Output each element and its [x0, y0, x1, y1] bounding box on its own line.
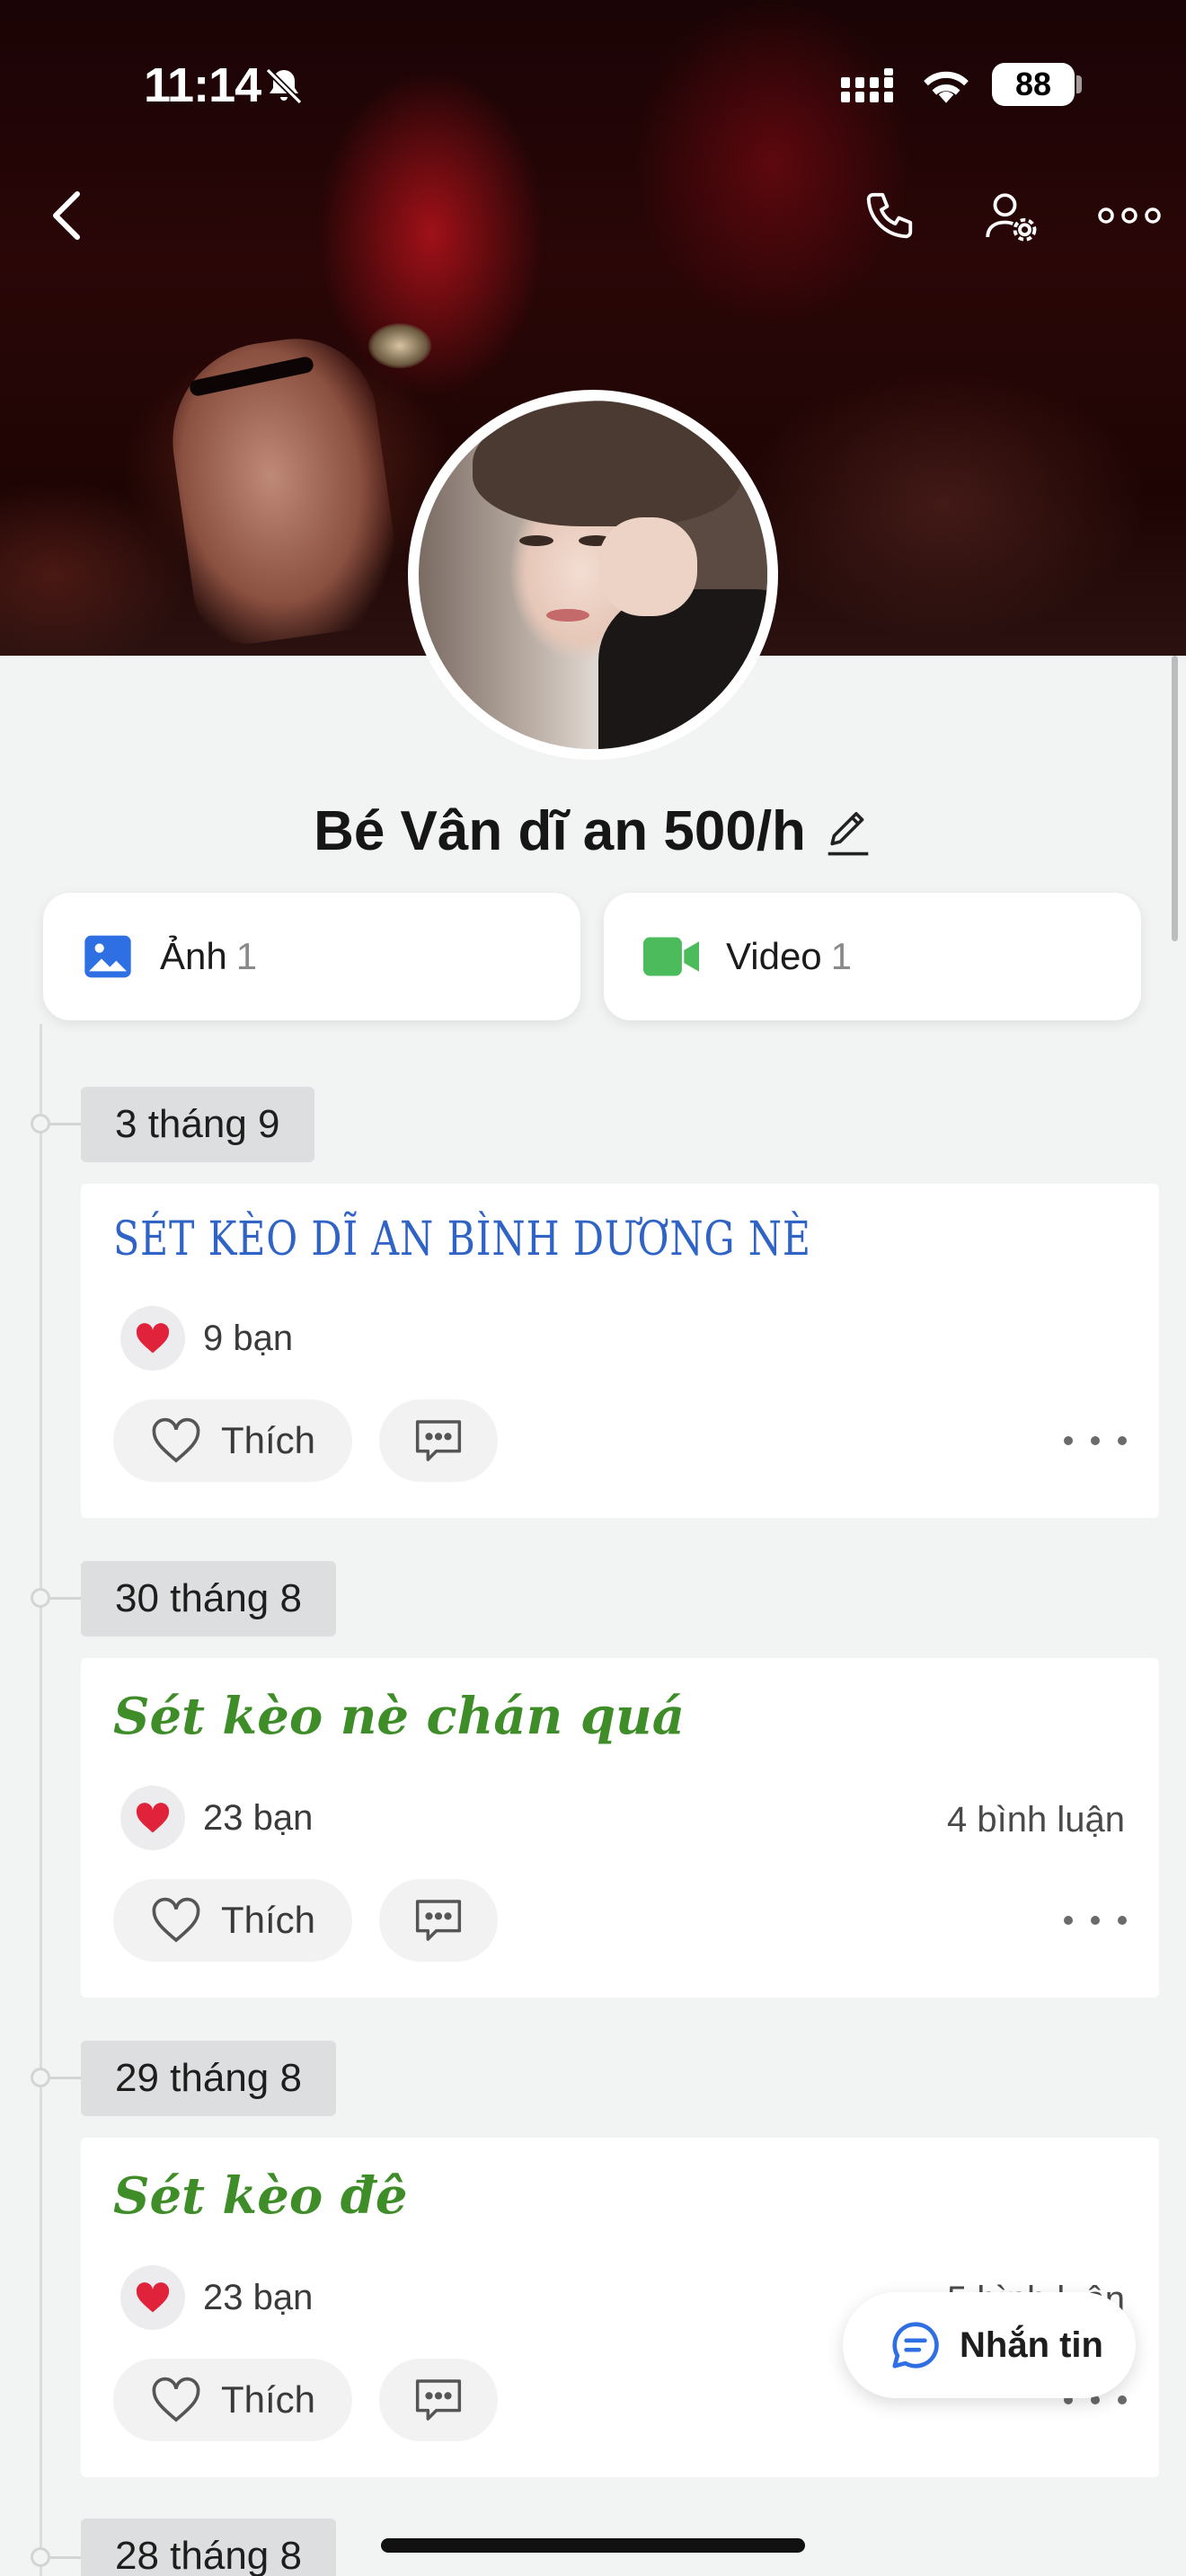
- videos-count: 1: [830, 935, 853, 977]
- video-icon: [643, 937, 699, 976]
- photos-card[interactable]: Ảnh 1: [43, 893, 580, 1020]
- like-button[interactable]: Thích: [113, 2359, 352, 2441]
- send-message-label: Nhắn tin: [960, 2325, 1103, 2365]
- home-indicator[interactable]: [381, 2538, 805, 2553]
- profile-screen: 11:14 88 Bé Vân dĩ an 500/h Ảnh 1 Video …: [0, 0, 1186, 2576]
- timeline-dot: [31, 2547, 50, 2567]
- reaction-summary[interactable]: 23 bạn: [120, 2265, 313, 2330]
- heart-icon: [136, 1323, 170, 1354]
- more-options-button[interactable]: [1089, 180, 1170, 251]
- post-title: Sét kèo đê: [113, 2166, 408, 2226]
- heart-icon: [136, 2282, 170, 2313]
- profile-name: Bé Vân dĩ an 500/h: [314, 800, 806, 862]
- comment-icon: [415, 1900, 462, 1941]
- battery-indicator: 88: [992, 63, 1075, 106]
- post-title: Sét kèo nè chán quá: [113, 1687, 686, 1746]
- comment-button[interactable]: [379, 2359, 498, 2441]
- heart-outline-icon: [152, 1897, 200, 1943]
- like-label: Thích: [221, 1899, 316, 1941]
- reaction-count: 23 bạn: [203, 2277, 314, 2317]
- date-badge: 30 tháng 8: [81, 1561, 336, 1636]
- bell-off-icon: [265, 67, 303, 105]
- heart-outline-icon: [152, 2377, 200, 2422]
- timeline-dot: [31, 2068, 50, 2087]
- comment-icon: [415, 2379, 462, 2421]
- comment-button[interactable]: [379, 1879, 498, 1962]
- like-label: Thích: [221, 1419, 316, 1461]
- photos-label: Ảnh: [160, 935, 227, 977]
- timeline-dot: [31, 1588, 50, 1608]
- date-badge: 28 tháng 8: [81, 2519, 336, 2576]
- heart-outline-icon: [152, 1417, 200, 1463]
- reaction-count: 23 bạn: [203, 1797, 314, 1838]
- reaction-count: 9 bạn: [203, 1318, 294, 1358]
- comment-button[interactable]: [379, 1399, 498, 1482]
- phone-icon: [866, 192, 913, 239]
- scrollbar[interactable]: [1172, 656, 1178, 941]
- reaction-summary[interactable]: 9 bạn: [120, 1306, 293, 1371]
- photo-icon: [84, 935, 131, 978]
- message-icon: [892, 2322, 939, 2369]
- edit-icon[interactable]: [824, 806, 872, 858]
- send-message-button[interactable]: Nhắn tin: [843, 2292, 1136, 2398]
- back-icon: [53, 191, 80, 240]
- heart-icon: [136, 1803, 170, 1833]
- date-badge: 3 tháng 9: [81, 1087, 314, 1162]
- more-icon: [1098, 207, 1161, 224]
- user-settings-icon: [986, 193, 1037, 242]
- videos-card[interactable]: Video 1: [604, 893, 1141, 1020]
- status-time: 11:14: [144, 58, 261, 112]
- like-label: Thích: [221, 2378, 316, 2421]
- post-title: SÉT KÈO DĨ AN BÌNH DƯƠNG NÈ: [113, 1213, 811, 1266]
- avatar[interactable]: [408, 390, 778, 760]
- post-card[interactable]: SÉT KÈO DĨ AN BÌNH DƯƠNG NÈ 9 bạn Thích: [81, 1184, 1159, 1518]
- comment-icon: [415, 1420, 462, 1461]
- profile-settings-button[interactable]: [972, 180, 1048, 255]
- back-button[interactable]: [31, 180, 102, 251]
- avatar-photo: [419, 401, 767, 749]
- videos-label: Video: [726, 935, 822, 977]
- post-more-button[interactable]: [1064, 1423, 1127, 1459]
- date-badge: 29 tháng 8: [81, 2041, 336, 2116]
- post-more-button[interactable]: [1064, 1902, 1127, 1938]
- cellular-signal-icon: [841, 68, 893, 102]
- comment-count[interactable]: 4 bình luận: [947, 1800, 1125, 1840]
- like-button[interactable]: Thích: [113, 1399, 352, 1482]
- call-button[interactable]: [854, 180, 925, 251]
- post-card[interactable]: Sét kèo nè chán quá 23 bạn 4 bình luận T…: [81, 1658, 1159, 1998]
- timeline-dot: [31, 1114, 50, 1134]
- wifi-icon: [924, 71, 969, 103]
- like-button[interactable]: Thích: [113, 1879, 352, 1962]
- photos-count: 1: [235, 935, 258, 977]
- reaction-summary[interactable]: 23 bạn: [120, 1786, 313, 1850]
- status-bar: 11:14 88: [0, 0, 1186, 171]
- timeline-line: [40, 1024, 42, 2576]
- profile-name-row: Bé Vân dĩ an 500/h: [0, 799, 1186, 863]
